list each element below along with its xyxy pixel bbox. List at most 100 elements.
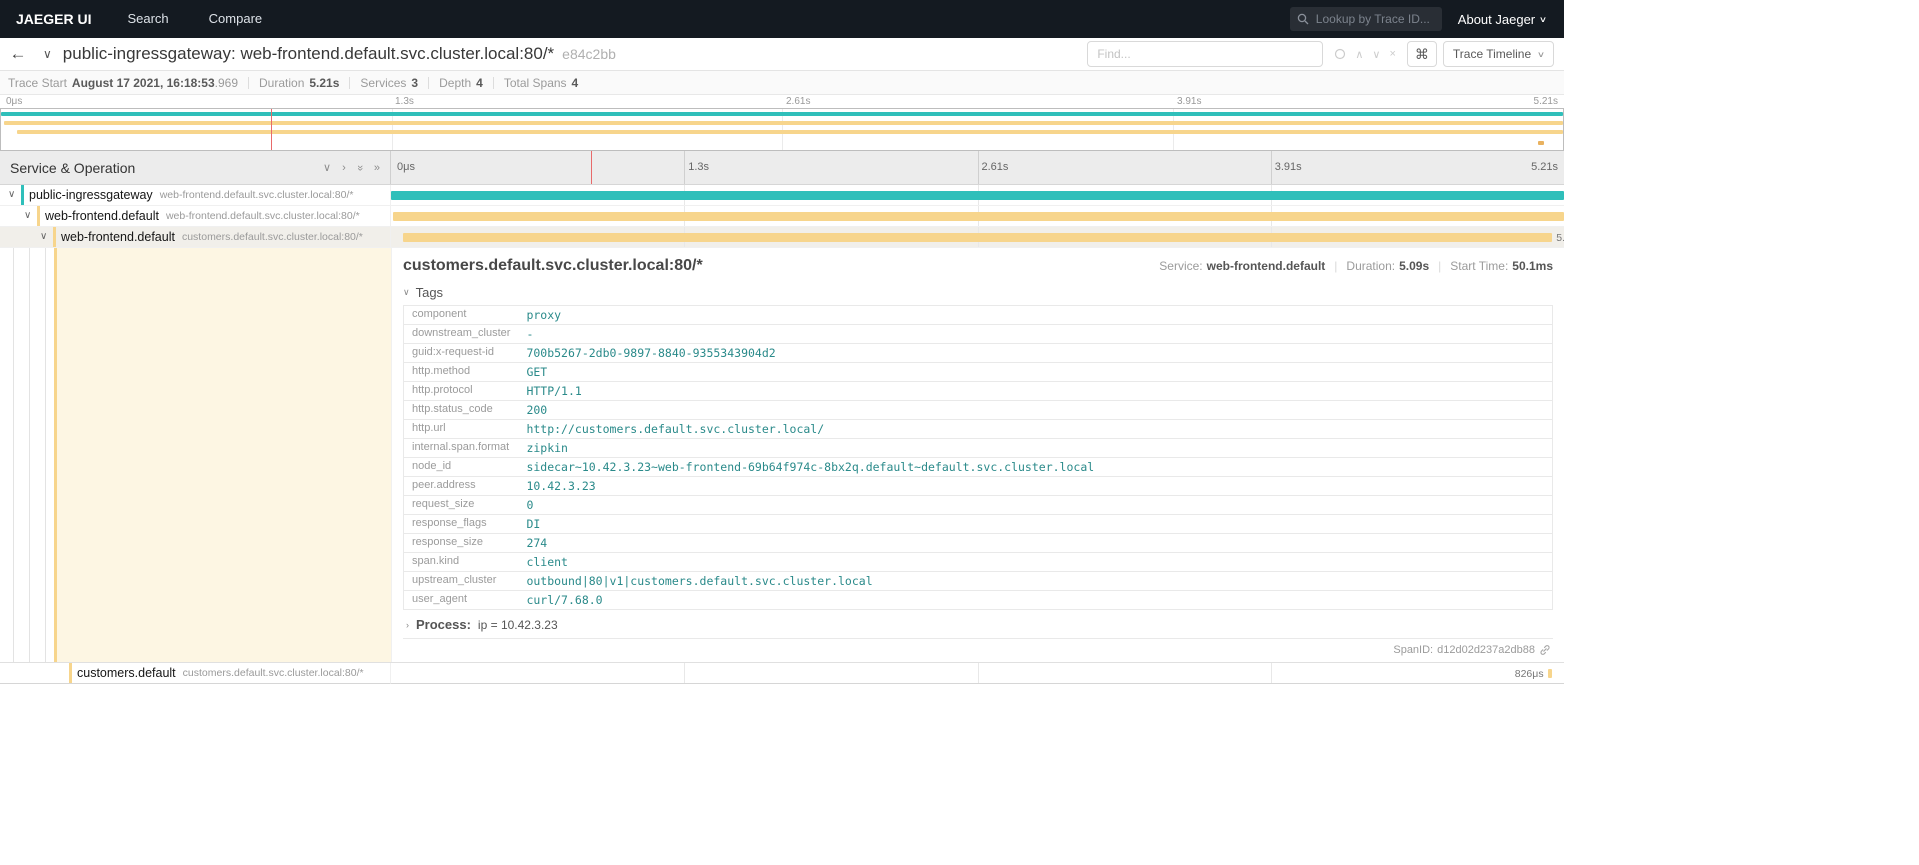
find-prev-icon[interactable]: ∧ [1355,48,1363,61]
tags-table: component proxy downstream_cluster - guid:x-… [403,305,1553,610]
tag-row: peer.address 10.42.3.23 [403,476,1553,496]
span-bar[interactable] [402,233,1553,242]
span-service-name: customers.default [77,666,176,680]
span-bar-cell[interactable] [391,206,1564,227]
chevron-down-icon[interactable]: ∨ [24,210,31,221]
about-jaeger-label: About Jaeger [1457,11,1536,27]
tag-key: internal.span.format [403,438,519,458]
span-color-strip [37,206,40,226]
tag-key: peer.address [403,476,519,496]
span-service-name: web-frontend.default [45,209,159,223]
trace-view-selector[interactable]: Trace Timeline ∨ [1442,41,1554,67]
span-bar[interactable] [393,212,1564,221]
tick-label: 0μs [397,161,415,173]
tag-value: client [518,552,1553,572]
tag-row: request_size 0 [403,495,1553,515]
span-name-cell[interactable]: ∨ web-frontend.default customers.default… [0,227,391,248]
trace-lookup-input[interactable] [1313,11,1435,27]
tag-row: internal.span.format zipkin [403,438,1553,458]
nav-item-search[interactable]: Search [107,0,188,38]
span-row[interactable]: ∨ public-ingressgateway web-frontend.def… [0,185,1564,206]
span-bar-cell[interactable] [391,185,1564,206]
tag-value: 700b5267-2db0-9897-8840-9355343904d2 [518,343,1553,363]
tag-row: user_agent curl/7.68.0 [403,590,1553,610]
trace-lookup[interactable] [1289,7,1442,31]
about-jaeger-menu[interactable]: About Jaeger ∨ [1457,11,1547,27]
find-clear-icon[interactable]: × [1389,48,1395,60]
double-chevron-right-icon[interactable]: » [374,162,380,174]
service-operation-header: Service & Operation [10,159,136,176]
trace-minimap: 0μs 1.3s 2.61s 3.91s 5.21s [0,95,1564,151]
tag-value: 200 [518,400,1553,420]
span-name-cell[interactable]: ∨ customers.default customers.default.sv… [0,663,391,684]
summary-value: 5.21s [309,75,340,90]
span-row[interactable]: ∨ web-frontend.default customers.default… [0,227,1564,248]
find-next-icon[interactable]: ∨ [1372,48,1380,61]
span-detail-panel: customers.default.svc.cluster.local:80/*… [0,248,1564,663]
span-rows-below-detail: ∨ customers.default customers.default.sv… [0,663,1564,684]
minimap-graph[interactable] [0,108,1564,151]
overview-label: Service: [1159,259,1203,273]
tag-value: 274 [518,533,1553,553]
trace-header-bar: ← ∨ public-ingressgateway: web-frontend.… [0,38,1564,71]
tags-accordion-header[interactable]: ∨ Tags [403,285,1553,300]
summary-label: Depth [439,75,472,90]
span-id-label: SpanID: [1393,644,1434,656]
trace-collapse-toggle[interactable]: ∨ [36,47,59,61]
tag-value: - [518,324,1553,344]
find-input[interactable] [1087,41,1324,67]
span-color-strip [69,663,72,683]
ruler-gridline [977,151,979,184]
find-matches-icon[interactable] [1334,48,1346,60]
brand[interactable]: JAEGER UI [0,11,107,27]
span-service-name: web-frontend.default [61,230,175,244]
summary-item: Trace Start August 17 2021, 16:18:53.969 [8,76,238,90]
double-chevron-down-icon[interactable]: » [354,164,366,170]
nav-item-compare[interactable]: Compare [189,0,282,38]
tag-key: http.protocol [403,381,519,401]
link-icon[interactable] [1539,644,1551,656]
chevron-right-icon: › [406,619,409,630]
timeline-ruler[interactable]: 0μs 1.3s 2.61s 3.91s 5.21s [391,151,1564,184]
span-row[interactable]: ∨ web-frontend.default web-frontend.defa… [0,206,1564,227]
tag-key: response_flags [403,514,519,534]
tags-label: Tags [415,285,444,300]
span-operation-name: customers.default.svc.cluster.local:80/* [182,667,364,679]
span-duration-label: 5.09s [1556,232,1564,244]
tree-indent-guide [29,248,30,662]
tick-label: 2.61s [786,96,811,107]
span-name-cell[interactable]: ∨ public-ingressgateway web-frontend.def… [0,185,391,206]
summary-separator [492,76,494,89]
chevron-down-icon[interactable]: ∨ [323,161,331,174]
search-icon [1297,13,1309,25]
overview-value: 5.09s [1399,259,1430,273]
tag-key: downstream_cluster [403,324,519,344]
summary-label: Total Spans [503,75,567,90]
summary-label: Services [360,75,407,90]
span-detail-content: customers.default.svc.cluster.local:80/*… [391,248,1564,662]
summary-item: Total Spans 4 [504,76,578,90]
chevron-down-icon[interactable]: ∨ [8,189,15,200]
span-bar-cell[interactable]: 826μs [391,663,1564,684]
summary-item: Duration 5.21s [259,76,339,90]
span-name-cell[interactable]: ∨ web-frontend.default web-frontend.defa… [0,206,391,227]
overview-separator: | [1334,259,1338,273]
keyboard-shortcuts-button[interactable]: ⌘ [1406,41,1437,67]
tag-key: span.kind [403,552,519,572]
span-row[interactable]: ∨ customers.default customers.default.sv… [0,663,1564,684]
span-bar[interactable] [391,191,1564,200]
span-bar[interactable] [1547,669,1553,678]
summary-value: August 17 2021, 16:18:53 [71,75,215,90]
tag-value: sidecar~10.42.3.23~web-frontend-69b64f97… [518,457,1553,477]
summary-value: 3 [411,75,419,90]
process-accordion-header[interactable]: › Process: ip = 10.42.3.23 [403,610,1553,639]
chevron-down-icon[interactable]: ∨ [40,231,47,242]
back-button[interactable]: ← [0,43,36,65]
overview-label: Duration: [1346,259,1396,273]
span-bar-cell[interactable]: 5.09s [391,227,1564,248]
overview-label: Start Time: [1450,259,1509,273]
span-operation-name: web-frontend.default.svc.cluster.local:8… [165,210,360,222]
tag-value: HTTP/1.1 [518,381,1553,401]
chevron-right-icon[interactable]: › [342,162,346,174]
span-id-row: SpanID: d12d02d237a2db88 [403,639,1553,658]
